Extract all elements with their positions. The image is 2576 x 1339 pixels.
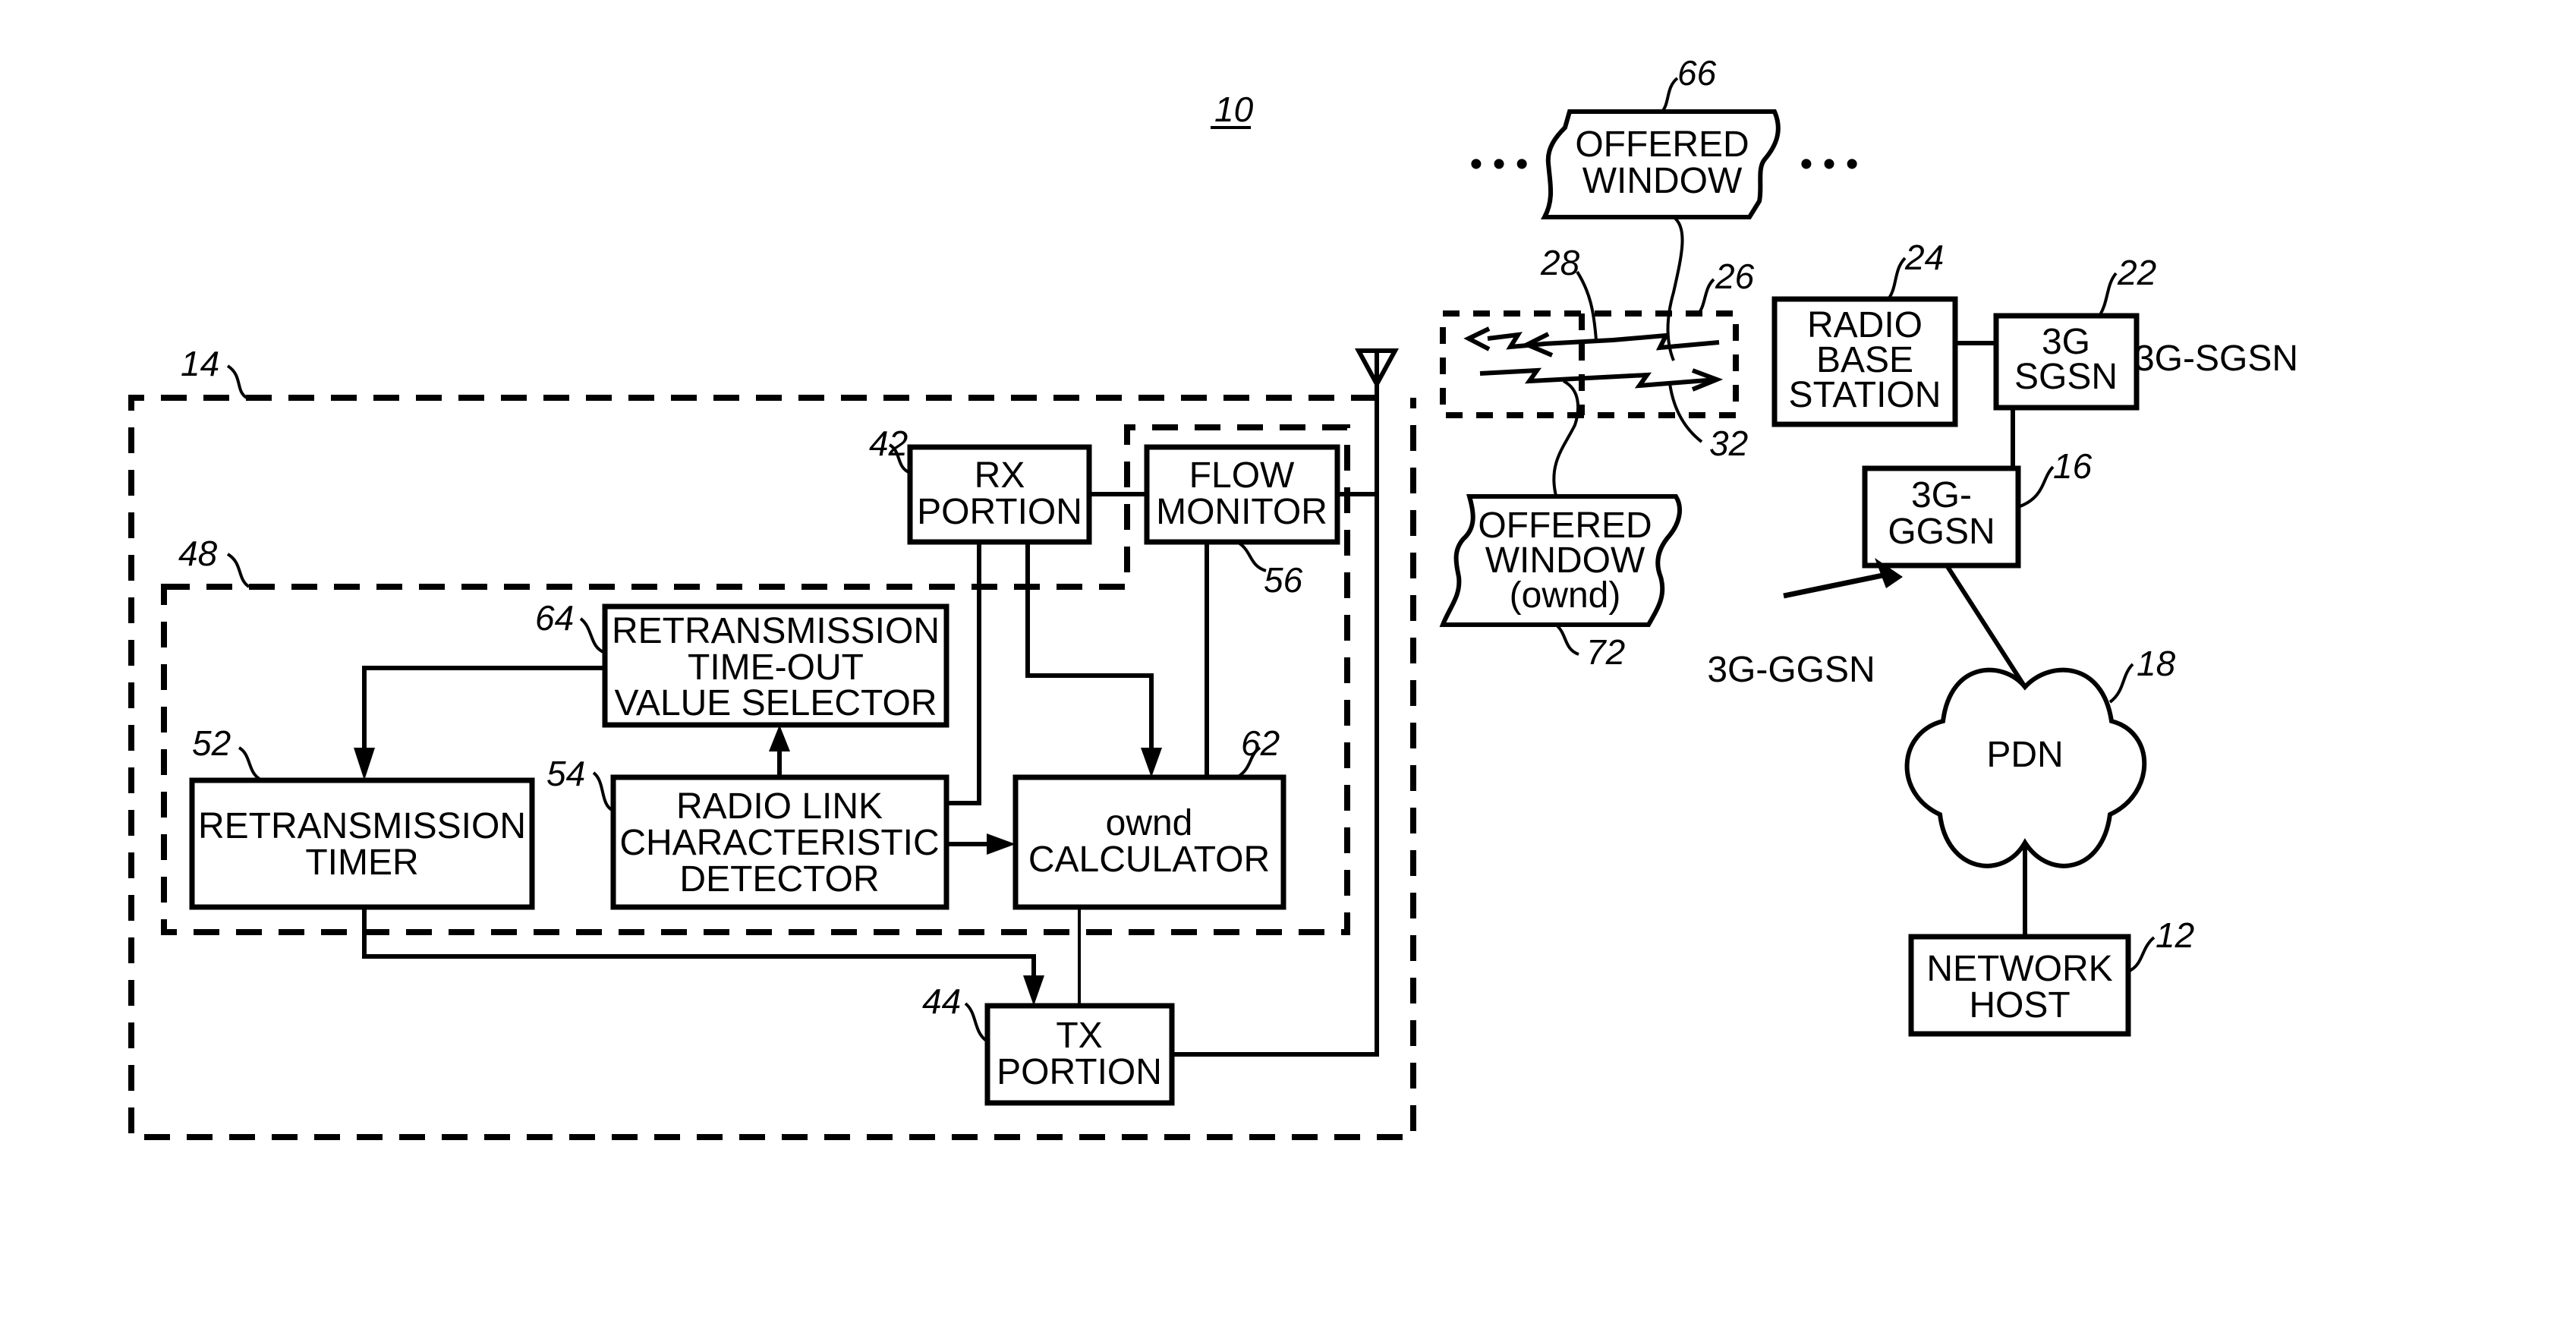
pdn-cloud: PDN xyxy=(1904,667,2147,868)
calculator-label-1: ownd xyxy=(1106,803,1193,843)
leader-66 xyxy=(1661,77,1679,113)
ggsn-block: 3G- GGSN xyxy=(1862,465,2021,569)
flow-monitor-label-2: MONITOR xyxy=(1156,492,1327,532)
offered-window-72-label-3: (ownd) xyxy=(1510,575,1621,616)
ref-64: 64 xyxy=(535,598,574,638)
ref-14: 14 xyxy=(181,344,219,383)
ref-72: 72 xyxy=(1586,632,1625,672)
radio-link-detector-block: RADIO LINK CHARACTERISTIC DETECTOR xyxy=(610,774,949,910)
rx-portion-label-1: RX xyxy=(975,455,1025,496)
tx-portion-label-1: TX xyxy=(1056,1016,1102,1056)
rto-label-2: TIME-OUT xyxy=(688,647,864,688)
ref-42: 42 xyxy=(869,424,908,463)
tx-portion-label-2: PORTION xyxy=(997,1052,1162,1092)
network-host-block: NETWORK HOST xyxy=(1908,934,2131,1037)
host-label-1: NETWORK xyxy=(1926,949,2112,989)
radio-base-station-block: RADIO BASE STATION xyxy=(1771,296,1958,427)
leader-48 xyxy=(226,553,250,588)
leader-56 xyxy=(1236,540,1267,572)
ggsn-pointer-label: 3G-GGSN xyxy=(1707,650,1875,690)
host-label-2: HOST xyxy=(1969,985,2070,1026)
leader-72 xyxy=(1554,623,1579,656)
ownd-calculator-block: ownd CALCULATOR xyxy=(1012,774,1286,910)
detector-label-2: CHARACTERISTIC xyxy=(619,823,939,863)
leader-14 xyxy=(226,364,248,399)
ggsn-label-2: GGSN xyxy=(1888,512,1995,552)
figure-reference: 10 xyxy=(1214,90,1254,129)
ref-22: 22 xyxy=(2117,253,2156,292)
ellipsis-right: • • • xyxy=(1800,144,1858,184)
ref-66: 66 xyxy=(1677,53,1717,93)
flow-monitor-block: FLOW MONITOR xyxy=(1144,444,1340,545)
timer-label-2: TIMER xyxy=(305,843,418,883)
leader-22 xyxy=(2098,272,2118,317)
retransmission-timeout-selector-block: RETRANSMISSION TIME-OUT VALUE SELECTOR xyxy=(602,603,949,728)
rbs-label-3: STATION xyxy=(1789,375,1941,415)
tx-portion-block: TX PORTION xyxy=(984,1003,1175,1106)
rx-portion-label-2: PORTION xyxy=(917,492,1082,532)
offered-window-66: OFFERED WINDOW xyxy=(1540,109,1781,219)
ellipsis-left: • • • xyxy=(1469,144,1528,184)
offered-window-66-label-1: OFFERED xyxy=(1575,124,1749,165)
leader-24 xyxy=(1887,257,1907,301)
downlink-arrow xyxy=(1463,326,1720,358)
retransmission-timer-block: RETRANSMISSION TIMER xyxy=(189,777,535,910)
ref-56: 56 xyxy=(1264,560,1303,600)
timer-label-1: RETRANSMISSION xyxy=(198,806,526,846)
ref-18: 18 xyxy=(2137,644,2176,683)
rto-label-3: VALUE SELECTOR xyxy=(614,683,937,723)
leader-54 xyxy=(592,771,615,812)
leader-16 xyxy=(2017,465,2055,509)
ref-48: 48 xyxy=(178,534,218,573)
ref-24: 24 xyxy=(1904,238,1944,277)
leader-44 xyxy=(964,1002,989,1043)
rx-portion-block: RX PORTION xyxy=(907,444,1092,545)
offered-window-66-label-2: WINDOW xyxy=(1582,161,1743,201)
sgsn-side-label: 3G-SGSN xyxy=(2134,339,2298,379)
ref-28: 28 xyxy=(1540,243,1580,282)
ref-26: 26 xyxy=(1715,257,1755,296)
flow-monitor-label-1: FLOW xyxy=(1189,455,1295,496)
leader-72-to-link xyxy=(1552,380,1580,496)
ref-62: 62 xyxy=(1241,723,1280,763)
leader-52 xyxy=(238,746,263,782)
block-diagram: 10 14 48 RX PORTION 42 FLOW MONITOR 56 R… xyxy=(128,53,2298,1140)
uplink-arrow xyxy=(1479,367,1724,392)
leader-26 xyxy=(1697,278,1715,315)
sgsn-label-2: SGSN xyxy=(2014,357,2118,397)
detector-label-1: RADIO LINK xyxy=(676,786,883,827)
ref-16: 16 xyxy=(2053,446,2093,486)
ref-32: 32 xyxy=(1709,424,1748,463)
antenna-icon xyxy=(1354,348,1400,1055)
offered-window-72: OFFERED WINDOW (ownd) xyxy=(1439,494,1683,627)
leader-18 xyxy=(2108,663,2134,704)
pdn-label: PDN xyxy=(1986,735,2063,775)
ref-44: 44 xyxy=(922,981,961,1021)
ref-52: 52 xyxy=(192,723,231,763)
rto-label-1: RETRANSMISSION xyxy=(612,611,940,651)
ref-54: 54 xyxy=(546,754,585,793)
calculator-label-2: CALCULATOR xyxy=(1028,840,1270,880)
ggsn-label-1: 3G- xyxy=(1911,475,1972,515)
ggsn-pointer-arrow xyxy=(1783,570,1894,599)
leader-12 xyxy=(2127,936,2156,973)
detector-label-3: DETECTOR xyxy=(679,859,879,899)
leader-64 xyxy=(579,617,606,654)
leader-66-to-link xyxy=(1666,216,1684,361)
sgsn-block: 3G SGSN xyxy=(1993,313,2140,411)
ref-12: 12 xyxy=(2156,915,2194,955)
